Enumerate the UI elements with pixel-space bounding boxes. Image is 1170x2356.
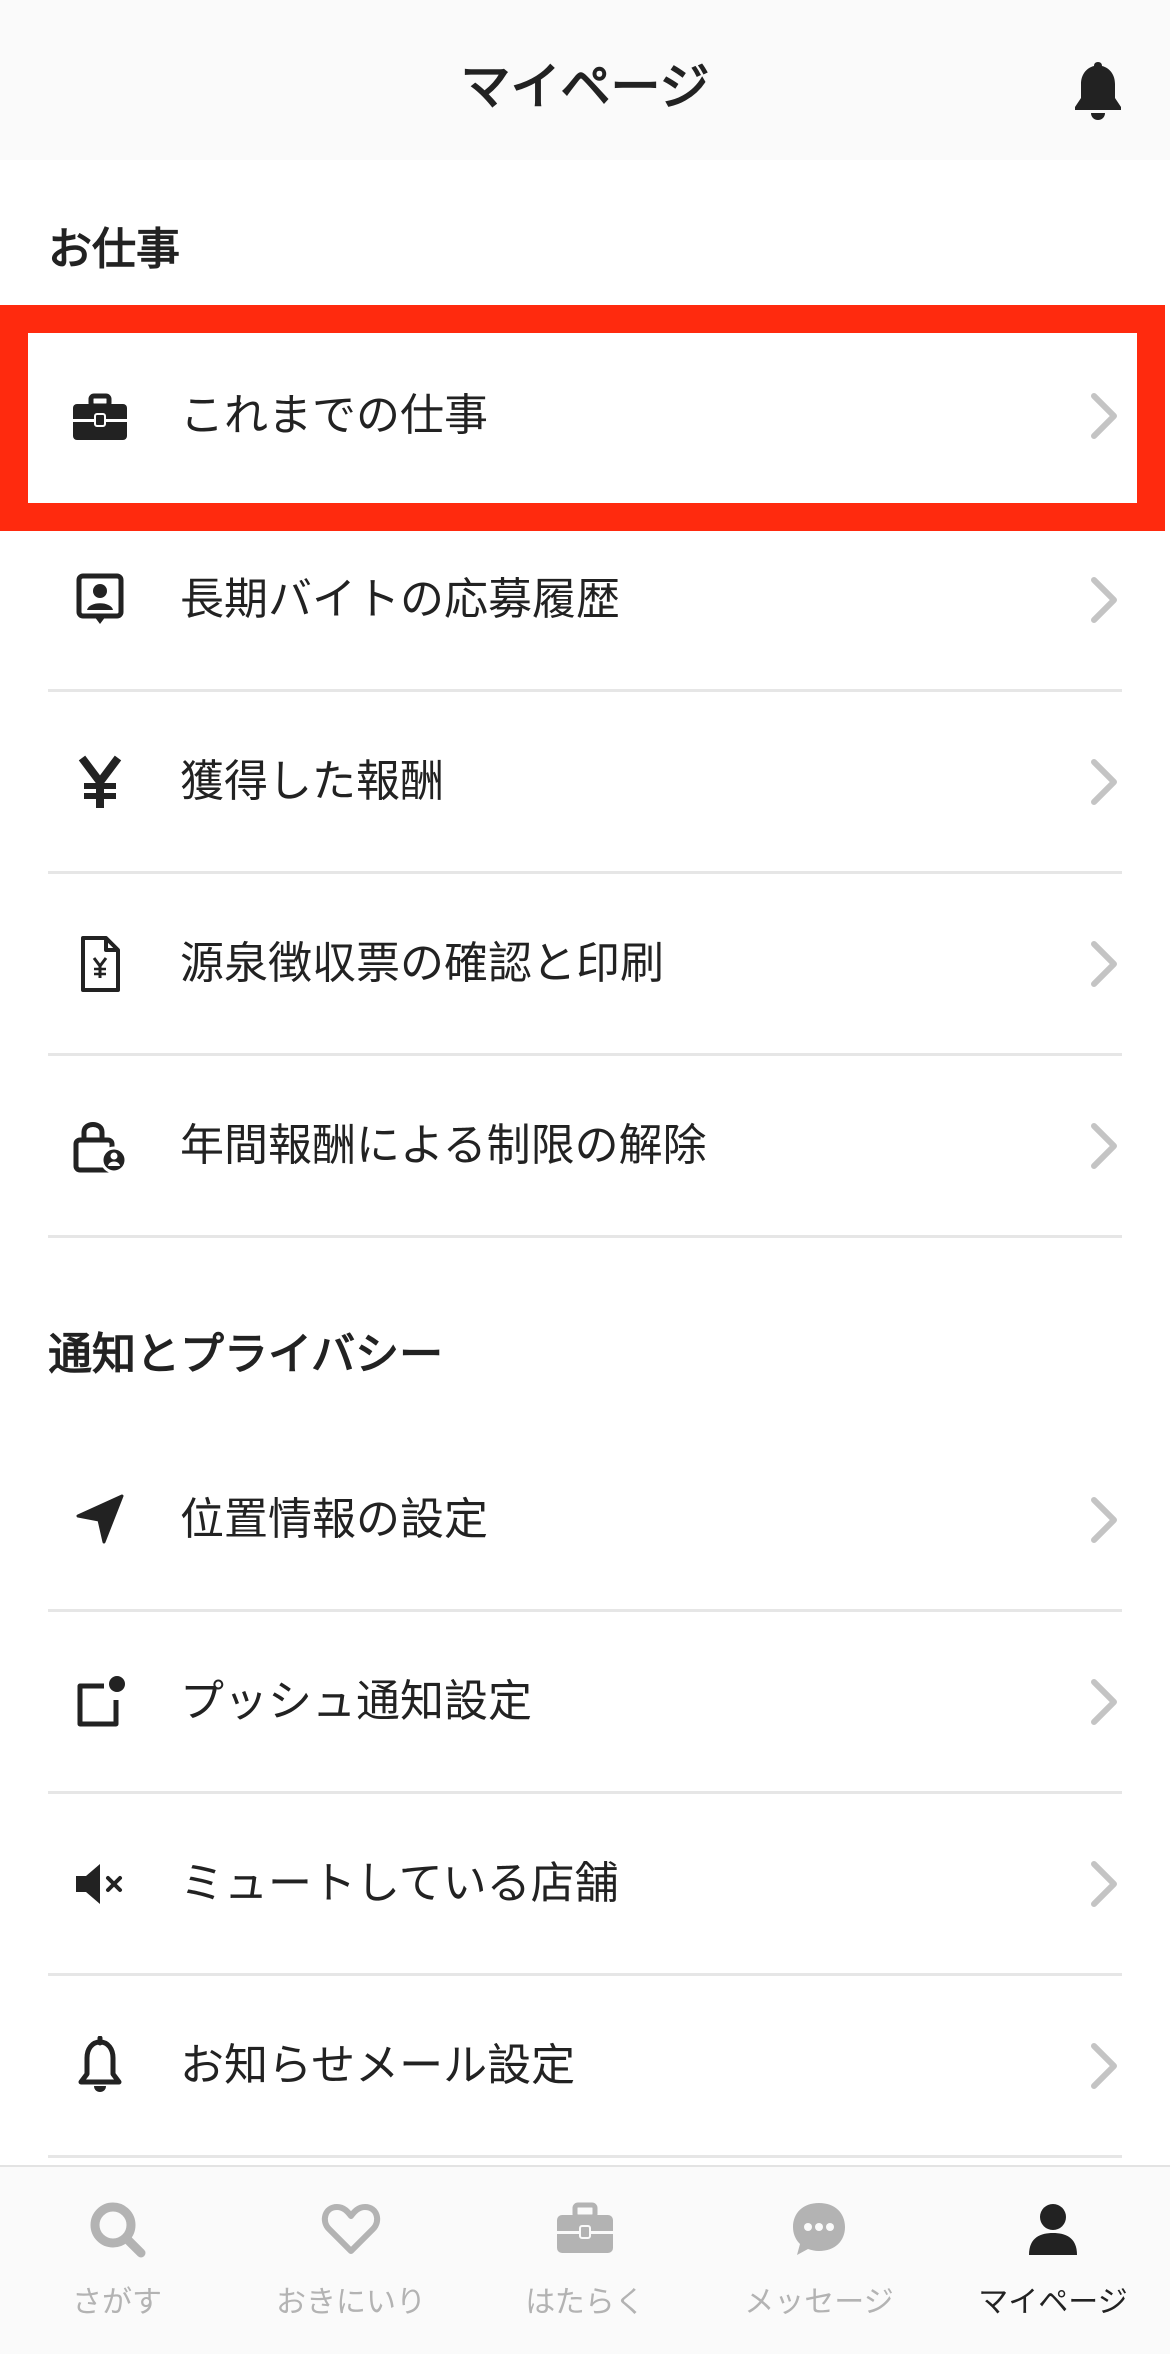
- chevron-right-icon: [1091, 758, 1117, 805]
- menu-item-label: ミュートしている店舗: [180, 1857, 619, 1909]
- menu-item-label: 源泉徴収票の確認と印刷: [180, 937, 664, 989]
- menu-item-long-term-application-history[interactable]: 長期バイトの応募履歴: [48, 510, 1122, 692]
- menu-item-withholding-slip[interactable]: 源泉徴収票の確認と印刷: [48, 874, 1122, 1056]
- bell-icon: [70, 2035, 130, 2096]
- menu-item-notice-email-settings[interactable]: お知らせメール設定: [48, 1976, 1122, 2158]
- tab-favorites[interactable]: おきにいり: [234, 2167, 468, 2356]
- tab-label: メッセージ: [744, 2285, 894, 2320]
- page-title: マイページ: [460, 58, 710, 116]
- notification-bell-icon[interactable]: [1068, 58, 1128, 122]
- menu-item-annual-reward-limit-release[interactable]: 年間報酬による制限の解除: [48, 1056, 1122, 1238]
- tab-label: マイページ: [978, 2285, 1128, 2320]
- tab-mypage[interactable]: マイページ: [936, 2167, 1170, 2356]
- chevron-right-icon: [1091, 2042, 1117, 2089]
- menu-item-push-notification-settings[interactable]: プッシュ通知設定: [48, 1612, 1122, 1794]
- chevron-right-icon: [1091, 940, 1117, 987]
- chevron-right-icon: [1091, 576, 1117, 623]
- heart-icon: [319, 2197, 383, 2261]
- unlock-icon: [70, 1116, 130, 1176]
- section-title-notifications-privacy: 通知とプライバシー: [48, 1329, 444, 1380]
- menu-item-label: 獲得した報酬: [180, 755, 444, 807]
- menu-item-label: お知らせメール設定: [180, 2039, 576, 2091]
- briefcase-icon: [70, 386, 130, 446]
- menu-item-earned-rewards[interactable]: 獲得した報酬: [48, 692, 1122, 874]
- id-badge-icon: [70, 570, 130, 630]
- tab-work[interactable]: はたらく: [468, 2167, 702, 2356]
- chevron-right-icon: [1091, 393, 1117, 439]
- menu-item-label: これまでの仕事: [180, 390, 488, 441]
- chat-bubble-icon: [787, 2197, 851, 2261]
- briefcase-icon: [553, 2197, 617, 2261]
- yen-document-icon: [70, 934, 130, 994]
- menu-item-label: プッシュ通知設定: [180, 1675, 532, 1727]
- tab-label: はたらく: [525, 2285, 645, 2320]
- yen-icon: [70, 752, 130, 812]
- menu-item-location-settings[interactable]: 位置情報の設定: [48, 1430, 1122, 1612]
- menu-item-muted-stores[interactable]: ミュートしている店舗: [48, 1794, 1122, 1976]
- chevron-right-icon: [1091, 1860, 1117, 1907]
- menu-item-label: 位置情報の設定: [180, 1493, 488, 1545]
- tab-label: おきにいり: [276, 2285, 426, 2320]
- push-notification-icon: [70, 1672, 130, 1732]
- tab-label: さがす: [72, 2285, 162, 2320]
- location-arrow-icon: [70, 1490, 130, 1550]
- mute-icon: [70, 1854, 130, 1914]
- chevron-right-icon: [1091, 1122, 1117, 1169]
- chevron-right-icon: [1091, 1496, 1117, 1543]
- search-icon: [85, 2197, 149, 2261]
- bottom-tab-bar: さがす おきにいり はたらく メッセージ マイページ: [0, 2165, 1170, 2354]
- menu-item-label: 長期バイトの応募履歴: [180, 573, 620, 625]
- person-icon: [1021, 2197, 1085, 2261]
- top-navigation-bar: マイページ: [0, 0, 1170, 160]
- section-title-work: お仕事: [48, 224, 180, 275]
- tab-messages[interactable]: メッセージ: [702, 2167, 936, 2356]
- menu-item-label: 年間報酬による制限の解除: [180, 1119, 707, 1171]
- menu-item-past-jobs[interactable]: これまでの仕事: [48, 325, 1122, 507]
- tab-search[interactable]: さがす: [0, 2167, 234, 2356]
- chevron-right-icon: [1091, 1678, 1117, 1725]
